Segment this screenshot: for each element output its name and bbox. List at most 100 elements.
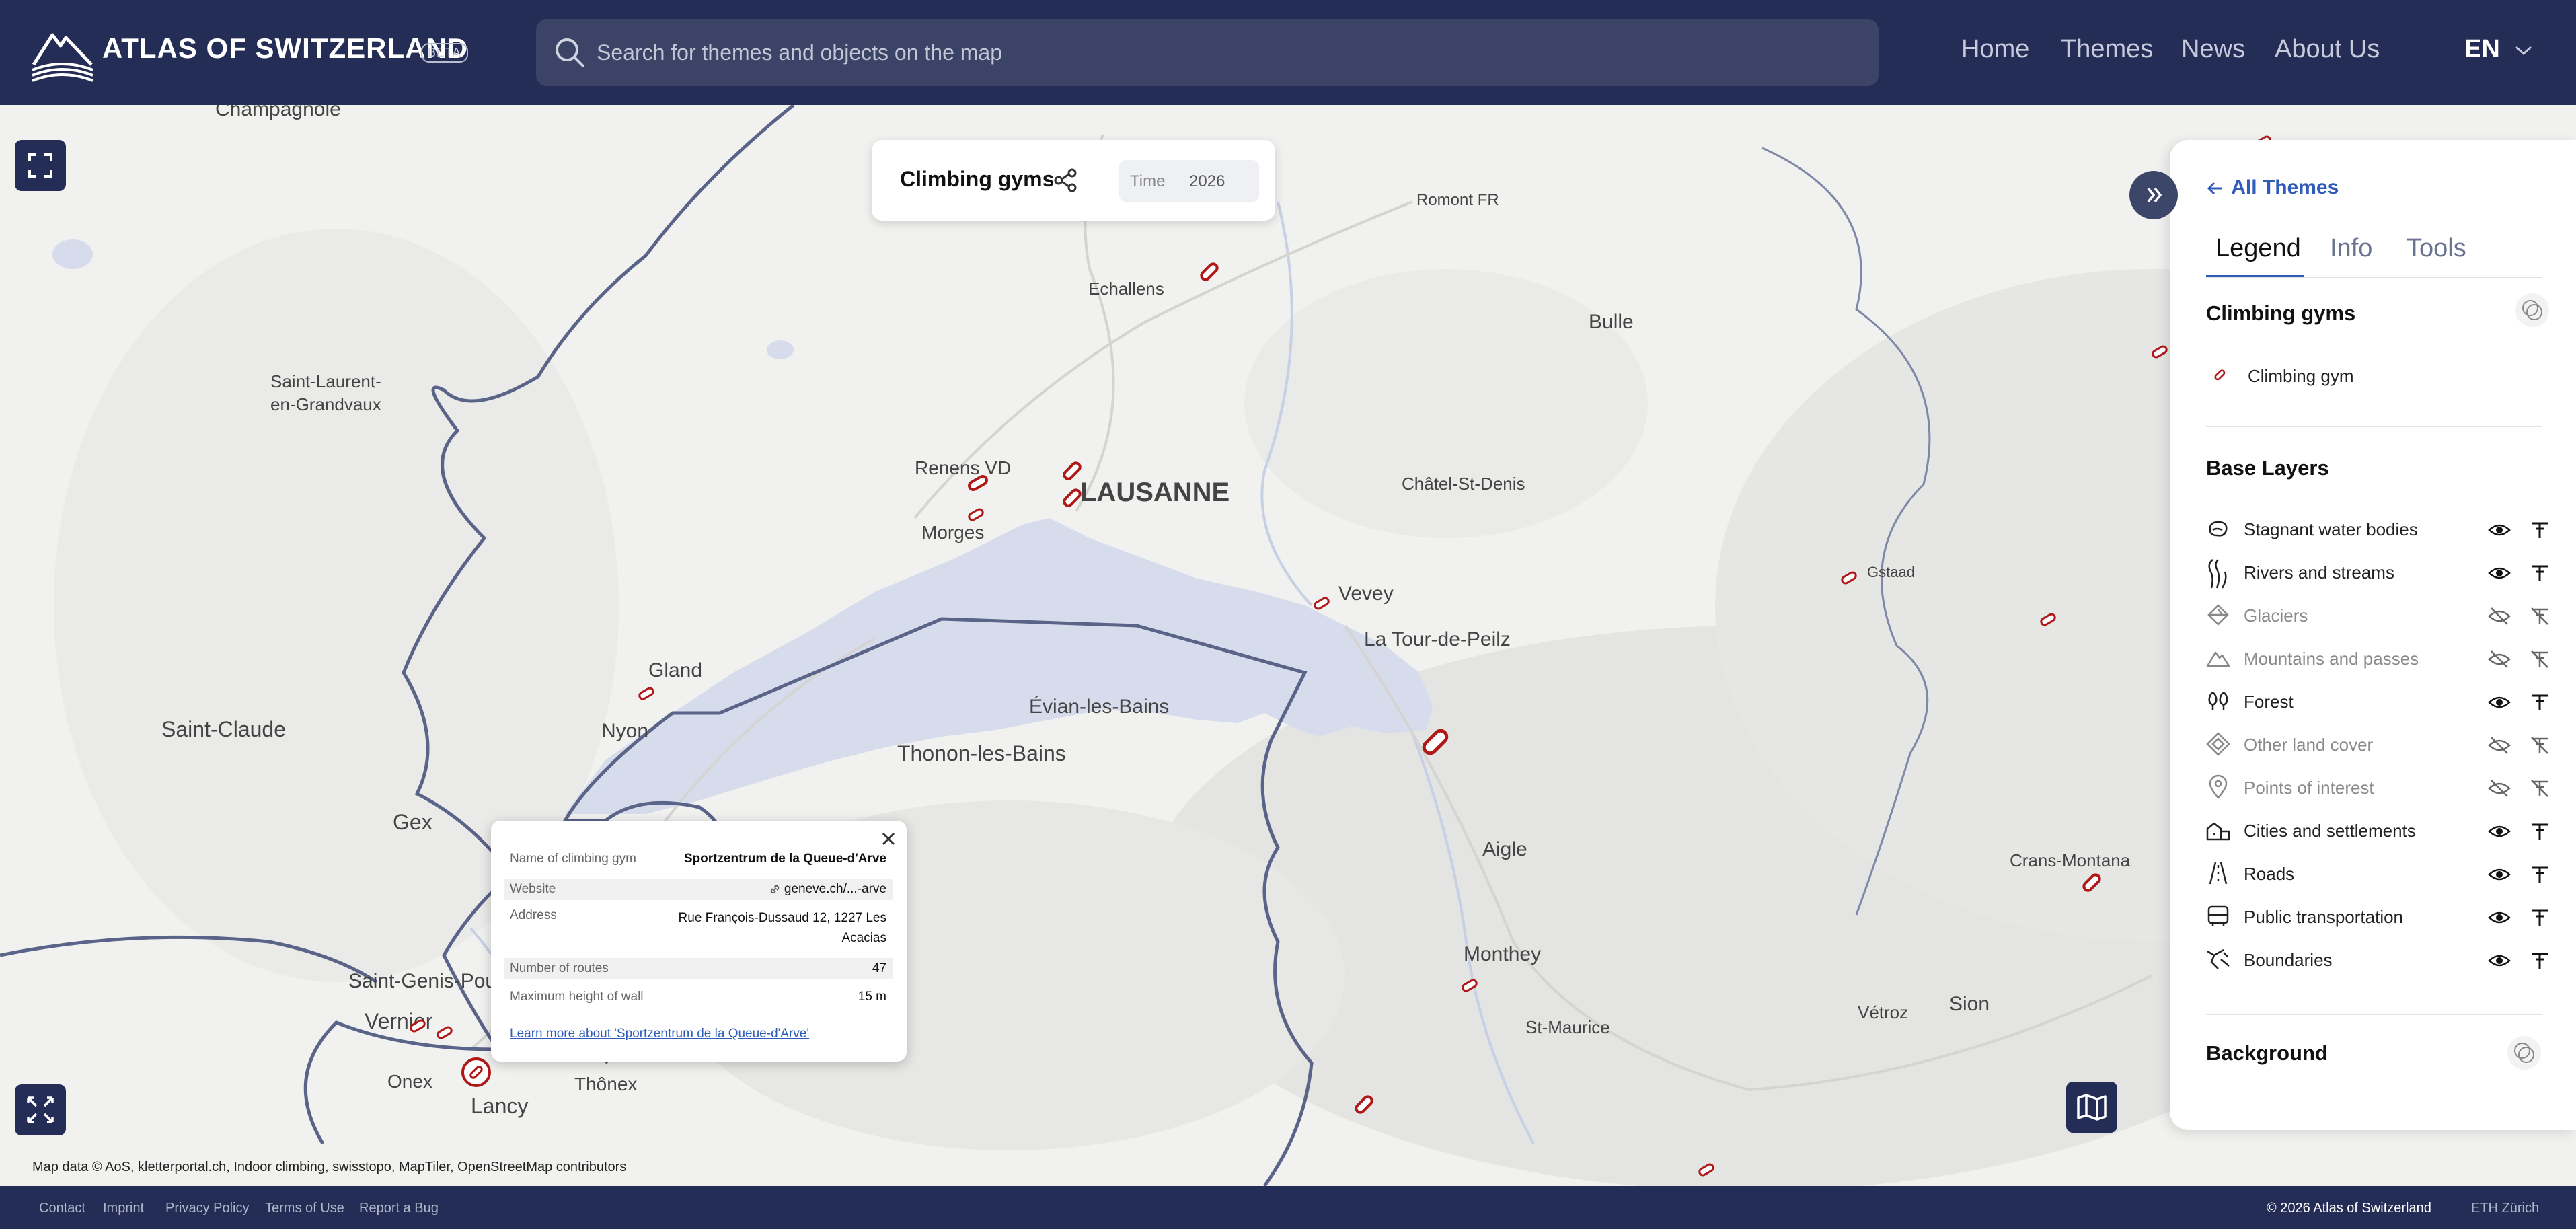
eye-icon[interactable] [2487,948,2511,973]
map-place-label: Gland [648,659,703,681]
address-line-1: Rue François-Dussaud 12, 1227 Les [678,911,886,925]
footer-eth[interactable]: ETH Zürich [2471,1201,2539,1216]
search-placeholder[interactable]: Search for themes and objects on the map [597,40,1002,65]
atlas-logo-icon[interactable] [30,23,96,82]
filter-icon[interactable] [2528,561,2552,585]
popup-value: 47 [872,961,886,975]
all-themes-link[interactable]: All Themes [2205,176,2339,199]
layer-row-forest[interactable]: Forest [2205,683,2554,721]
background-style-button[interactable] [2507,1036,2541,1070]
time-label: Time [1130,172,1166,190]
filter-icon[interactable] [2528,518,2552,542]
chevron-down-icon [2515,46,2532,56]
eye-icon[interactable] [2487,690,2511,714]
layer-row-mountains[interactable]: Mountains and passes [2205,640,2554,678]
layer-label: Public transportation [2244,907,2404,927]
footer-link-imprint[interactable]: Imprint [103,1201,144,1216]
arrow-left-icon [2207,182,2222,195]
language-selector[interactable]: EN [2464,35,2534,64]
nav-news[interactable]: News [2181,35,2245,64]
map-place-label: Aigle [1482,838,1527,860]
map-place-label: Vernier [365,1009,433,1033]
filter-icon[interactable] [2528,819,2552,844]
eye-off-icon[interactable] [2487,776,2511,800]
eye-icon[interactable] [2487,561,2511,585]
popup-key: Name of climbing gym [510,852,636,866]
tab-tools[interactable]: Tools [2407,234,2466,263]
legend-item: Climbing gym [2206,361,2529,390]
tab-info[interactable]: Info [2330,234,2372,263]
map-attribution: Map data © AoS, kletterportal.ch, Indoor… [32,1160,627,1175]
time-selector[interactable]: Time 2026 [1119,160,1259,202]
footer-link-contact[interactable]: Contact [39,1201,85,1216]
eye-icon[interactable] [2487,862,2511,887]
learn-more-link[interactable]: Learn more about 'Sportzentrum de la Que… [510,1027,809,1041]
share-icon[interactable] [1052,167,1079,194]
address-line-2: Acacias [841,931,886,945]
bus-icon [2207,905,2229,926]
basemap-button[interactable] [2066,1082,2117,1133]
map-place-label: Monthey [1464,943,1542,965]
legend-item-label: Climbing gym [2248,366,2354,386]
layer-row-land-cover[interactable]: Other land cover [2205,727,2554,764]
map-place-label: Saint-Laurent- [270,371,381,392]
footer-link-privacy[interactable]: Privacy Policy [165,1201,249,1216]
footer-link-report-bug[interactable]: Report a Bug [359,1201,439,1216]
map-place-label: Gstaad [1867,564,1915,581]
filter-icon[interactable] [2528,905,2552,930]
layer-row-boundaries[interactable]: Boundaries [2205,942,2554,979]
forest-icon [2208,692,2228,710]
nav-themes[interactable]: Themes [2061,35,2153,64]
river-icon [2208,559,2227,589]
tab-legend[interactable]: Legend [2215,234,2301,263]
fullscreen-button[interactable] [15,140,66,191]
filter-off-icon[interactable] [2528,647,2552,671]
background-heading: Background [2206,1041,2328,1065]
layer-label: Mountains and passes [2244,648,2419,669]
filter-icon[interactable] [2528,862,2552,887]
nav-about-us[interactable]: About Us [2275,35,2380,64]
close-icon[interactable] [880,830,897,848]
layer-row-points-of-interest[interactable]: Points of interest [2205,770,2554,807]
map-place-label: LAUSANNE [1080,478,1230,507]
brand-title[interactable]: ATLAS OF SWITZERLAND [102,32,468,65]
map-place-label: Sion [1949,993,1990,1015]
layer-label: Stagnant water bodies [2244,519,2418,539]
layers-icon [2514,1043,2534,1063]
eye-icon[interactable] [2487,819,2511,844]
land-cover-icon [2206,732,2230,756]
layer-row-stagnant-water[interactable]: Stagnant water bodies [2205,511,2554,549]
eye-icon[interactable] [2487,518,2511,542]
climbing-gym-icon [2214,369,2226,381]
map-place-label: Saint-Claude [161,717,286,741]
filter-icon[interactable] [2528,948,2552,973]
map-place-label: Onex [387,1071,432,1092]
theme-card: Climbing gyms Time 2026 [872,140,1275,221]
map-place-label: Thonon-les-Bains [897,741,1066,766]
filter-off-icon[interactable] [2528,776,2552,800]
eye-icon[interactable] [2487,905,2511,930]
search-bar[interactable]: Search for themes and objects on the map [536,19,1879,86]
eye-off-icon[interactable] [2487,733,2511,757]
website-link[interactable]: geneve.ch/...-arve [769,879,886,900]
filter-icon[interactable] [2528,690,2552,714]
footer-link-terms[interactable]: Terms of Use [265,1201,344,1216]
layer-row-cities[interactable]: Cities and settlements [2205,813,2554,850]
theme-style-button[interactable] [2515,293,2549,327]
reset-extent-button[interactable] [15,1084,66,1135]
map-place-label: La Tour-de-Peilz [1364,628,1511,650]
eye-off-icon[interactable] [2487,604,2511,628]
eye-off-icon[interactable] [2487,647,2511,671]
time-value[interactable]: 2026 [1189,172,1225,191]
map-place-label: Morges [921,522,985,543]
nav-home[interactable]: Home [1961,35,2029,64]
layer-row-roads[interactable]: Roads [2205,856,2554,893]
search-icon [556,38,584,67]
expand-icon [28,153,52,178]
layer-row-public-transport[interactable]: Public transportation [2205,899,2554,936]
layer-row-glaciers[interactable]: Glaciers [2205,597,2554,635]
filter-off-icon[interactable] [2528,604,2552,628]
collapse-panel-button[interactable] [2129,171,2178,219]
layer-row-rivers[interactable]: Rivers and streams [2205,554,2554,592]
filter-off-icon[interactable] [2528,733,2552,757]
